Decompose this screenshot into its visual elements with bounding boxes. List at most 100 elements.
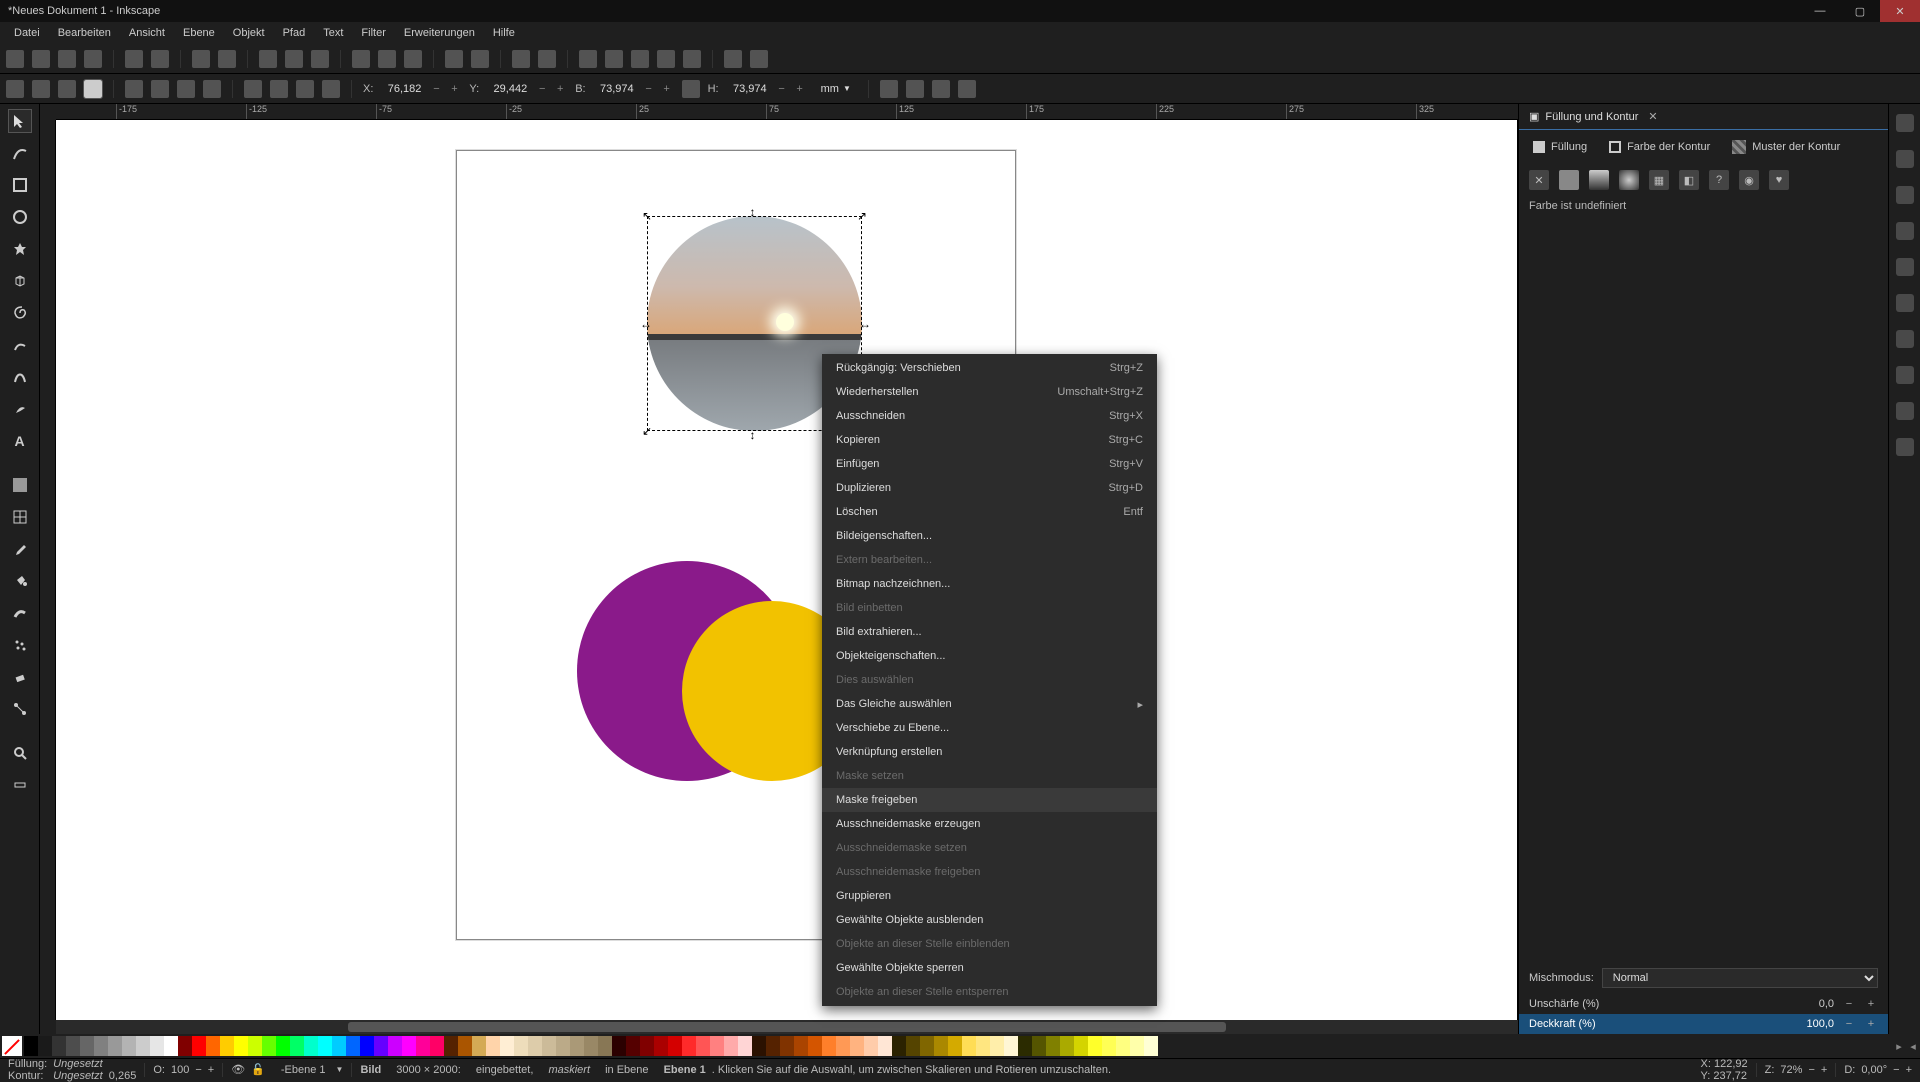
context-menu-item[interactable]: LöschenEntf <box>822 500 1157 524</box>
palette-swatch[interactable] <box>794 1036 808 1056</box>
undo-icon[interactable] <box>192 50 210 68</box>
text-tool[interactable]: A <box>9 430 31 452</box>
lock-icon[interactable]: 🔓 <box>251 1063 265 1076</box>
rotate-ccw-icon[interactable] <box>125 80 143 98</box>
palette-swatch[interactable] <box>864 1036 878 1056</box>
palette-swatch[interactable] <box>878 1036 892 1056</box>
panel-close-button[interactable]: ✕ <box>1648 110 1657 123</box>
save-icon[interactable] <box>58 50 76 68</box>
palette-swatch[interactable] <box>934 1036 948 1056</box>
palette-swatch[interactable] <box>1004 1036 1018 1056</box>
palette-swatch[interactable] <box>752 1036 766 1056</box>
context-menu-item[interactable]: EinfügenStrg+V <box>822 452 1157 476</box>
blend-select[interactable]: Normal <box>1602 968 1878 988</box>
context-menu-item[interactable]: Das Gleiche auswählen <box>822 692 1157 716</box>
dock-icon[interactable] <box>1896 186 1914 204</box>
scrollbar-horizontal[interactable] <box>56 1020 1518 1034</box>
context-menu-item[interactable]: Gewählte Objekte ausblenden <box>822 908 1157 932</box>
w-minus-button[interactable]: − <box>642 82 656 96</box>
context-menu-item[interactable]: Gewählte Objekte sperren <box>822 956 1157 980</box>
dock-icon[interactable] <box>1896 150 1914 168</box>
palette-swatch[interactable] <box>332 1036 346 1056</box>
align-dialog-icon[interactable] <box>683 50 701 68</box>
layers-dialog-icon[interactable] <box>631 50 649 68</box>
palette-swatch[interactable] <box>52 1036 66 1056</box>
palette-swatch[interactable] <box>164 1036 178 1056</box>
lower-bottom-icon[interactable] <box>322 80 340 98</box>
visibility-icon[interactable]: 👁 <box>231 1063 245 1076</box>
context-menu-item[interactable]: Bild extrahieren... <box>822 620 1157 644</box>
palette-swatch[interactable] <box>724 1036 738 1056</box>
connector-tool[interactable] <box>9 698 31 720</box>
palette-swatch[interactable] <box>1144 1036 1158 1056</box>
palette-swatch[interactable] <box>94 1036 108 1056</box>
x-minus-button[interactable]: − <box>429 82 443 96</box>
context-menu-item[interactable]: Rückgängig: VerschiebenStrg+Z <box>822 356 1157 380</box>
pencil-tool[interactable] <box>9 334 31 356</box>
spray-tool[interactable] <box>9 634 31 656</box>
deselect-icon[interactable] <box>58 80 76 98</box>
ruler-vertical[interactable] <box>40 120 56 1020</box>
print-icon[interactable] <box>84 50 102 68</box>
palette-menu-button[interactable]: ◂ <box>1906 1040 1920 1053</box>
palette-swatch[interactable] <box>682 1036 696 1056</box>
status-opacity-minus-button[interactable]: − <box>195 1064 201 1076</box>
palette-swatch[interactable] <box>990 1036 1004 1056</box>
palette-swatch[interactable] <box>542 1036 556 1056</box>
context-menu-item[interactable]: Gruppieren <box>822 884 1157 908</box>
palette-swatch[interactable] <box>626 1036 640 1056</box>
palette-swatch[interactable] <box>360 1036 374 1056</box>
select-all-layers-icon[interactable] <box>6 80 24 98</box>
palette-swatch[interactable] <box>808 1036 822 1056</box>
palette-swatch[interactable] <box>1018 1036 1032 1056</box>
palette-swatch[interactable] <box>514 1036 528 1056</box>
rotation-minus-button[interactable]: − <box>1893 1064 1899 1076</box>
scale-stroke-icon[interactable] <box>880 80 898 98</box>
palette-swatch[interactable] <box>584 1036 598 1056</box>
layer-selector[interactable]: -Ebene 1 <box>281 1064 326 1076</box>
star-tool[interactable] <box>9 238 31 260</box>
unit-select[interactable]: mm▼ <box>815 81 857 97</box>
palette-none-swatch[interactable] <box>2 1036 22 1056</box>
paint-flat-button[interactable] <box>1559 170 1579 190</box>
blur-value[interactable]: 0,0 <box>1819 998 1834 1010</box>
h-plus-button[interactable]: + <box>793 82 807 96</box>
text-dialog-icon[interactable] <box>605 50 623 68</box>
palette-swatch[interactable] <box>976 1036 990 1056</box>
palette-swatch[interactable] <box>262 1036 276 1056</box>
x-input[interactable]: 76,182 <box>377 81 425 97</box>
paint-swatch-button[interactable]: ◧ <box>1679 170 1699 190</box>
canvas-viewport[interactable]: ↖ ↕ ↗ ↔ ↔ ↙ ↕ ↘ <box>56 120 1518 1020</box>
opacity-value[interactable]: 100,0 <box>1806 1018 1834 1030</box>
tab-stroke-style[interactable]: Muster der Kontur <box>1726 136 1846 158</box>
rotation-value[interactable]: 0,00° <box>1861 1064 1887 1076</box>
context-menu-item[interactable]: DuplizierenStrg+D <box>822 476 1157 500</box>
context-menu-item[interactable]: WiederherstellenUmschalt+Strg+Z <box>822 380 1157 404</box>
minimize-button[interactable]: — <box>1800 0 1840 22</box>
zoom-drawing-icon[interactable] <box>378 50 396 68</box>
menu-datei[interactable]: Datei <box>6 24 48 42</box>
context-menu-item[interactable]: KopierenStrg+C <box>822 428 1157 452</box>
node-tool[interactable] <box>9 142 31 164</box>
palette-swatch[interactable] <box>388 1036 402 1056</box>
palette-swatch[interactable] <box>850 1036 864 1056</box>
tab-fill[interactable]: Füllung <box>1527 136 1593 158</box>
paint-pattern-button[interactable]: ▦ <box>1649 170 1669 190</box>
palette-swatch[interactable] <box>654 1036 668 1056</box>
palette-swatch[interactable] <box>528 1036 542 1056</box>
palette-swatch[interactable] <box>962 1036 976 1056</box>
w-plus-button[interactable]: + <box>660 82 674 96</box>
palette-swatch[interactable] <box>920 1036 934 1056</box>
menu-text[interactable]: Text <box>315 24 351 42</box>
h-input[interactable]: 73,974 <box>723 81 771 97</box>
palette-swatch[interactable] <box>668 1036 682 1056</box>
scale-gradient-icon[interactable] <box>932 80 950 98</box>
dock-icon[interactable] <box>1896 366 1914 384</box>
zoom-value[interactable]: 72% <box>1780 1064 1802 1076</box>
export-icon[interactable] <box>151 50 169 68</box>
raise-top-icon[interactable] <box>244 80 262 98</box>
palette-swatch[interactable] <box>500 1036 514 1056</box>
redo-icon[interactable] <box>218 50 236 68</box>
zoom-page-icon[interactable] <box>404 50 422 68</box>
palette-swatch[interactable] <box>276 1036 290 1056</box>
